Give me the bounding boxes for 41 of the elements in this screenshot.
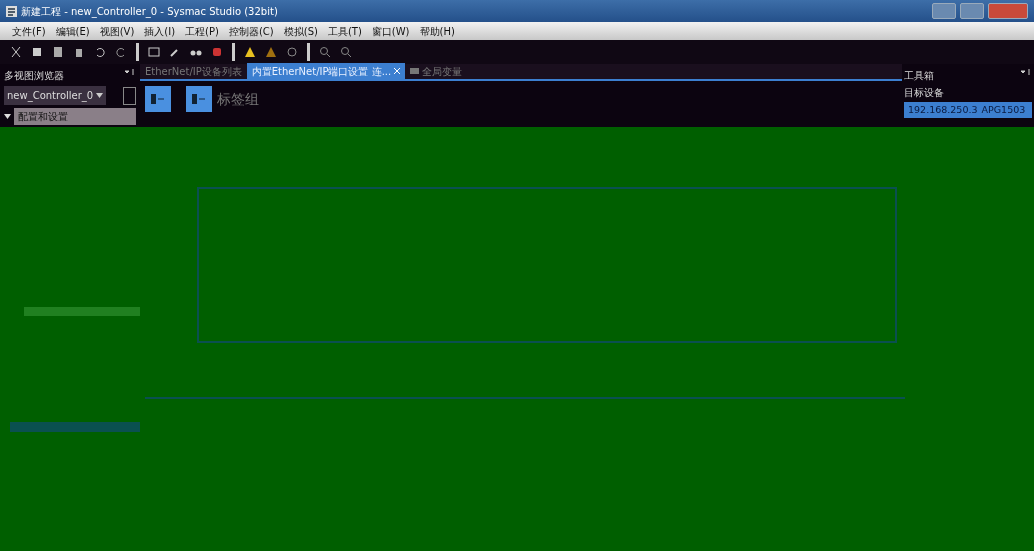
- menu-item[interactable]: 模拟(S): [283, 23, 318, 39]
- menu-item[interactable]: 控制器(C): [228, 23, 274, 39]
- menu-item[interactable]: 帮助(H): [419, 23, 455, 39]
- warning-icon[interactable]: [244, 46, 256, 58]
- device-row[interactable]: 192.168.250.3 APG1503: [904, 102, 1032, 119]
- tab[interactable]: 全局变量: [405, 63, 468, 79]
- window-icon[interactable]: [148, 46, 160, 58]
- section-label: 目标设备: [904, 86, 945, 100]
- editor-heading: 标签组: [217, 89, 259, 109]
- undo-icon[interactable]: [94, 46, 106, 58]
- cut-icon[interactable]: [10, 46, 22, 58]
- pin-icon[interactable]: [124, 68, 136, 76]
- device-icon: [145, 86, 171, 112]
- menu-item[interactable]: 视图(V): [99, 23, 135, 39]
- panel-title: 工具箱: [904, 69, 934, 83]
- controller-dropdown[interactable]: new_Controller_0: [4, 86, 106, 105]
- tab[interactable]: 内置EtherNet/IP端口设置 连...: [246, 63, 406, 79]
- zoom-out-icon[interactable]: [340, 46, 352, 58]
- tree-item[interactable]: 配置和设置: [13, 108, 136, 125]
- zoom-in-icon[interactable]: [319, 46, 331, 58]
- pin-icon[interactable]: [1020, 68, 1032, 76]
- stop-icon[interactable]: [211, 46, 223, 58]
- redo-icon[interactable]: [115, 46, 127, 58]
- table-icon: [410, 68, 420, 74]
- expanded-icon[interactable]: [4, 113, 11, 120]
- window-title: 新建工程 - new_Controller_0 - Sysmac Studio (32bit): [21, 4, 278, 19]
- tab[interactable]: EtherNet/IP设备列表: [140, 63, 247, 79]
- menu-item[interactable]: 工程(P): [185, 23, 219, 39]
- view-box: [122, 86, 136, 105]
- menu-item[interactable]: 插入(I): [144, 23, 176, 39]
- warning-icon[interactable]: [265, 46, 277, 58]
- circle-icon[interactable]: [286, 46, 298, 58]
- panel-title: 多视图浏览器: [4, 69, 64, 83]
- menu-item[interactable]: 工具(T): [327, 23, 362, 39]
- menu-item[interactable]: 编辑(E): [55, 23, 90, 39]
- close-icon[interactable]: [394, 68, 401, 74]
- menu-item[interactable]: 文件(F): [12, 23, 46, 39]
- caret-icon: [95, 93, 103, 98]
- menu-item[interactable]: 窗口(W): [371, 23, 410, 39]
- app-icon: [6, 5, 17, 17]
- device-icon: [186, 86, 212, 112]
